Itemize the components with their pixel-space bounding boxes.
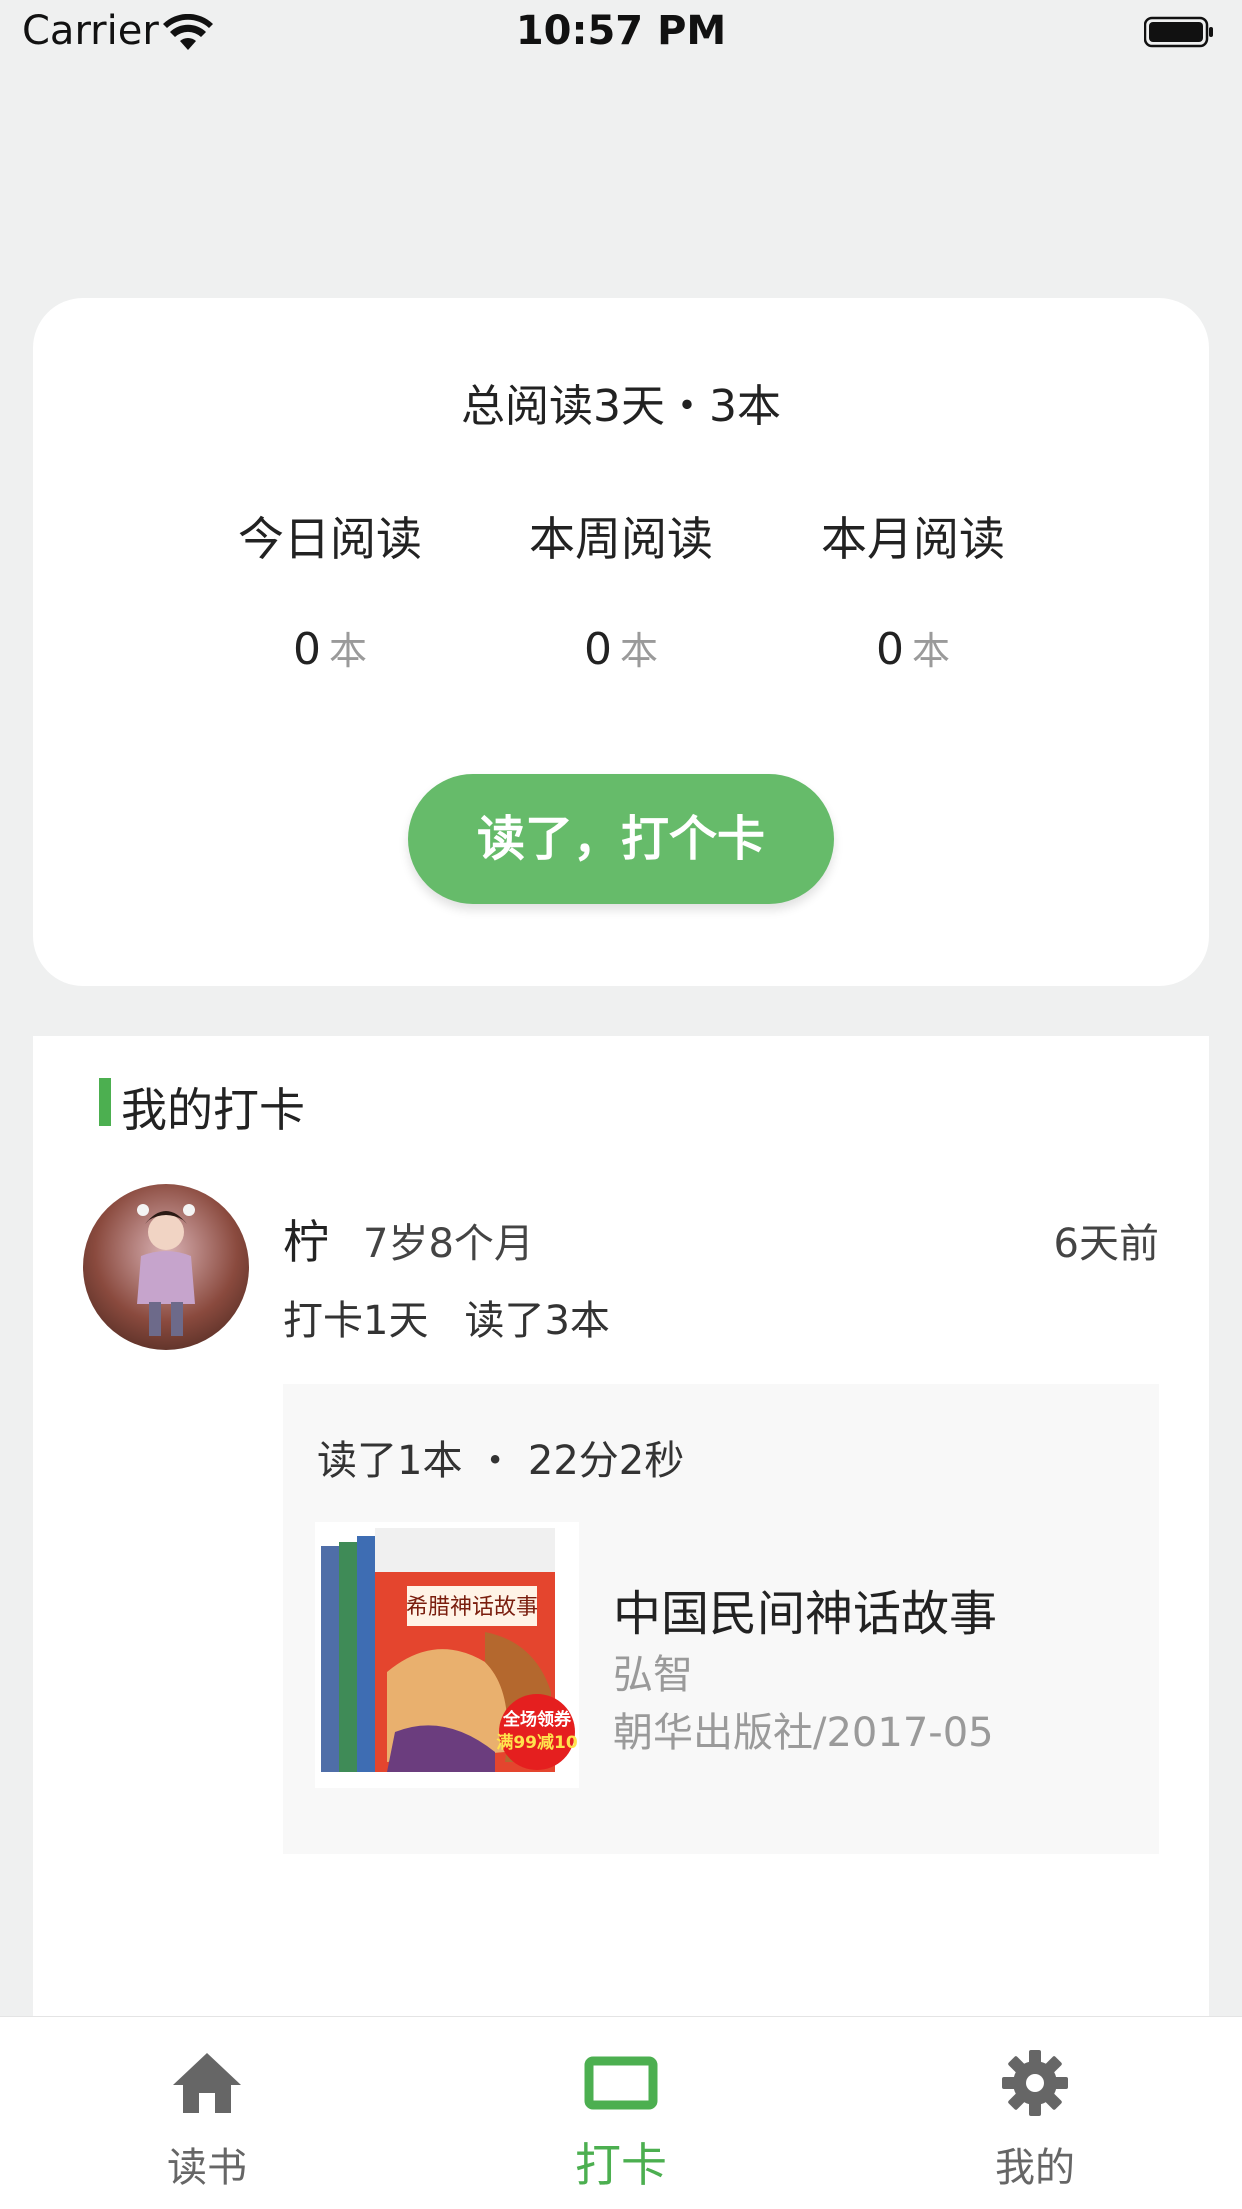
- tab-reading-label: 读书: [167, 2145, 247, 2191]
- checkin-record[interactable]: 读了1本 ・ 22分2秒 希腊神话故事 全场领券 满99减10 中国民间神话故事…: [283, 1384, 1159, 1854]
- books-read-count: 读了3本: [464, 1298, 610, 1344]
- checkin-icon: [584, 2056, 658, 2110]
- tab-checkin[interactable]: 打卡: [521, 2017, 721, 2209]
- stat-month-number: 0: [875, 624, 904, 675]
- stat-week-value: 0本: [491, 620, 751, 675]
- stat-month-label: 本月阅读: [821, 512, 1005, 566]
- tab-bar: 读书 打卡 我的: [0, 2016, 1242, 2209]
- checkin-button[interactable]: 读了，打个卡: [408, 774, 834, 904]
- tab-mine-label: 我的: [995, 2145, 1075, 2191]
- stat-week-label: 本周阅读: [529, 512, 713, 566]
- book-cover-image: 希腊神话故事 全场领券 满99减10: [315, 1522, 579, 1788]
- battery-icon: [1144, 16, 1213, 48]
- my-checkins-section: 我的打卡 柠 7岁8个月 6天前 打卡1天读了3本 读了1本 ・ 22分2秒: [33, 1036, 1209, 2036]
- book-title[interactable]: 中国民间神话故事: [613, 1574, 997, 1644]
- stat-today-label: 今日阅读: [238, 512, 422, 566]
- tab-reading[interactable]: 读书: [107, 2017, 307, 2209]
- total-reading-title: 总阅读3天・3本: [461, 381, 781, 432]
- stat-week-number: 0: [583, 624, 612, 675]
- stat-today-number: 0: [292, 624, 321, 675]
- checkin-days: 打卡1天: [283, 1298, 429, 1344]
- record-summary: 读了1本 ・ 22分2秒: [317, 1438, 685, 1484]
- gear-icon: [1002, 2050, 1068, 2116]
- avatar-photo: [137, 1204, 195, 1336]
- book-author: 弘智: [613, 1652, 693, 1698]
- cover-badge-line2: 满99减10: [496, 1732, 577, 1753]
- home-icon: [173, 2053, 241, 2113]
- tab-checkin-label: 打卡: [575, 2138, 667, 2192]
- cover-main-title: 希腊神话故事: [406, 1595, 538, 1620]
- book-cover[interactable]: 希腊神话故事 全场领券 满99减10: [315, 1522, 579, 1788]
- tab-mine[interactable]: 我的: [935, 2017, 1135, 2209]
- stat-today-unit: 本: [328, 629, 367, 673]
- user-stats: 打卡1天 读了3本: [283, 1288, 610, 1346]
- section-title: 我的打卡: [121, 1083, 305, 1137]
- avatar[interactable]: [83, 1184, 249, 1350]
- stat-today-value: 0本: [200, 620, 460, 675]
- clock: 10:57 PM: [515, 8, 727, 54]
- book-publisher: 朝华出版社/2017-05: [613, 1710, 994, 1756]
- post-time: 6天前: [1053, 1221, 1159, 1267]
- stat-month-unit: 本: [911, 629, 950, 673]
- reading-summary-card: 总阅读3天・3本 今日阅读 本周阅读 本月阅读 0本 0本 0本 读了，打个卡: [33, 298, 1209, 986]
- section-accent-bar: [99, 1078, 111, 1126]
- stat-week-unit: 本: [619, 629, 658, 673]
- user-name: 柠: [283, 1215, 329, 1269]
- status-bar: Carrier 10:57 PM: [0, 0, 1242, 66]
- cover-badge-line1: 全场领券: [502, 1709, 572, 1730]
- stat-month-value: 0本: [783, 620, 1043, 675]
- user-age: 7岁8个月: [363, 1221, 534, 1267]
